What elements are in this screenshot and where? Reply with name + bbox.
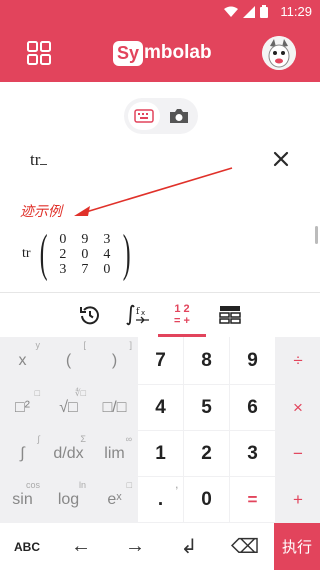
key-square-alt: □ (34, 388, 40, 398)
key-sin-label: sin (12, 490, 33, 508)
key-x-alt: y (35, 340, 41, 350)
key-fraction[interactable]: □/□ (92, 385, 137, 430)
matrix-grid-icon (219, 306, 241, 324)
key-close-paren[interactable]: )] (92, 337, 137, 384)
svg-text:x: x (141, 309, 145, 317)
key-decimal-label: . (157, 488, 164, 510)
key-7[interactable]: 7 (138, 337, 183, 384)
key-left[interactable]: ← (54, 523, 108, 570)
right-paren: ) (122, 225, 131, 282)
key-log[interactable]: log ln (46, 477, 91, 522)
key-integral[interactable]: ∫ ∫ (0, 431, 45, 476)
key-open-paren[interactable]: ([ (46, 337, 91, 384)
matrix-cell: 4 (103, 246, 111, 262)
key-decimal[interactable]: ., (138, 477, 183, 522)
key-integral-label: ∫ (20, 444, 25, 462)
key-square-label: □² (15, 398, 30, 416)
tab-history[interactable] (68, 293, 112, 337)
key-minus[interactable]: − (276, 431, 320, 476)
svg-text:f: f (136, 307, 140, 317)
key-5[interactable]: 5 (184, 385, 229, 430)
key-derivative-alt: Σ (80, 434, 86, 444)
tab-numbers[interactable]: 1 2 = + (158, 293, 206, 337)
key-integral-alt: ∫ (37, 434, 40, 444)
left-paren: ( (39, 225, 48, 282)
key-close-paren-label: ) (111, 351, 118, 369)
matrix-row: 2 0 4 (52, 247, 118, 262)
key-exp[interactable]: eˣ □ (92, 477, 137, 522)
key-3[interactable]: 3 (230, 431, 275, 476)
matrix-cell: 0 (81, 246, 89, 262)
key-sqrt-label: √□ (59, 398, 78, 416)
key-fraction-label: □/□ (102, 398, 127, 416)
integral-fx-icon: f x (126, 304, 149, 326)
key-x-label: x (18, 351, 27, 369)
key-log-alt: ln (78, 480, 86, 490)
key-x[interactable]: xy (0, 337, 45, 384)
key-sin-alt: cos (25, 480, 40, 490)
key-enter[interactable]: ↲ (162, 523, 216, 570)
key-equals[interactable]: = (230, 477, 275, 522)
matrix-cell: 0 (103, 261, 111, 277)
key-2[interactable]: 2 (184, 431, 229, 476)
key-close-paren-alt: ] (129, 340, 132, 350)
key-open-paren-label: ( (65, 351, 72, 369)
matrix-cell: 9 (81, 231, 89, 247)
key-sin[interactable]: sin cos (0, 477, 45, 522)
key-right[interactable]: → (108, 523, 162, 570)
matrix-cell: 7 (81, 261, 89, 277)
key-decimal-alt: , (175, 480, 178, 490)
keyboard-tabs: f x 1 2 = + (0, 293, 320, 337)
trace-operator: tr (22, 246, 31, 261)
key-limit-label: lim (104, 444, 125, 462)
key-multiply[interactable]: × (276, 385, 320, 430)
key-log-label: log (57, 490, 80, 508)
tab-numbers-label: 1 2 = + (174, 303, 190, 327)
tab-numbers-bottom: = + (174, 315, 190, 327)
key-backspace[interactable]: ⌫ (216, 523, 274, 570)
tab-functions[interactable]: f x (116, 293, 160, 337)
matrix-preview: tr ( 0 9 3 2 0 4 3 7 0 ) (22, 228, 135, 280)
key-derivative[interactable]: d/dx Σ (46, 431, 91, 476)
key-8[interactable]: 8 (184, 337, 229, 384)
tab-numbers-top: 1 2 (174, 303, 190, 315)
matrix-cell: 0 (59, 231, 67, 247)
matrix-row: 3 7 0 (52, 262, 118, 277)
key-plus[interactable]: + (276, 477, 320, 522)
key-abc[interactable]: ABC (0, 523, 54, 570)
matrix-cell: 2 (59, 246, 67, 262)
math-keypad: xy ([ )] 7 8 9 ÷ □² □ √□ ∜□ □/□ 4 5 6 × ∫ ∫… (0, 337, 320, 570)
key-limit[interactable]: lim ∞ (92, 431, 137, 476)
key-sqrt-alt: ∜□ (74, 388, 86, 398)
matrix-cell: 3 (103, 231, 111, 247)
key-exp-alt: □ (126, 480, 132, 490)
key-0[interactable]: 0 (184, 477, 229, 522)
history-icon (80, 306, 99, 325)
key-9[interactable]: 9 (230, 337, 275, 384)
key-limit-alt: ∞ (125, 434, 132, 444)
key-6[interactable]: 6 (230, 385, 275, 430)
key-derivative-label: d/dx (53, 444, 84, 462)
tab-matrix[interactable] (208, 293, 252, 337)
key-exp-label: eˣ (107, 490, 122, 508)
key-sqrt[interactable]: √□ ∜□ (46, 385, 91, 430)
key-square[interactable]: □² □ (0, 385, 45, 430)
key-4[interactable]: 4 (138, 385, 183, 430)
matrix-row: 0 9 3 (52, 232, 118, 247)
key-open-paren-alt: [ (83, 340, 86, 350)
execute-button[interactable]: 执行 (274, 523, 320, 570)
matrix-table: 0 9 3 2 0 4 3 7 0 (52, 232, 118, 277)
key-divide[interactable]: ÷ (276, 337, 320, 384)
key-1[interactable]: 1 (138, 431, 183, 476)
scroll-indicator[interactable] (315, 226, 318, 244)
matrix-cell: 3 (59, 261, 67, 277)
